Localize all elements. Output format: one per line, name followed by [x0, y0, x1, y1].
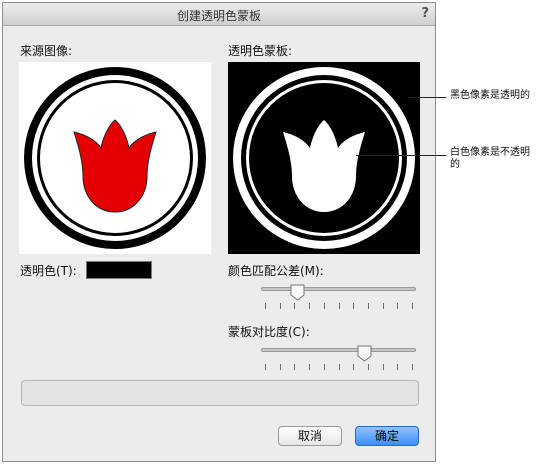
slider-tick [353, 364, 354, 370]
slider-tick [294, 303, 295, 309]
contrast-slider-track[interactable] [261, 348, 416, 352]
dialog-title: 创建透明色蒙板 [176, 9, 261, 23]
slider-tick [339, 364, 340, 370]
progress-bar [21, 380, 419, 406]
slider-tick [280, 364, 281, 370]
source-image-label: 来源图像: [20, 44, 73, 58]
tolerance-label: 颜色匹配公差(M): [228, 264, 324, 278]
slider-tick [412, 303, 413, 309]
slider-tick [309, 364, 310, 370]
slider-tick [397, 303, 398, 309]
contrast-slider-ticks [261, 364, 416, 371]
red-tulip-in-black-ring-icon [24, 67, 206, 249]
contrast-slider-thumb[interactable] [357, 345, 372, 362]
slider-tick [383, 303, 384, 309]
cancel-button[interactable]: 取消 [278, 426, 342, 446]
callout-line-white [356, 155, 446, 156]
ok-button[interactable]: 确定 [355, 426, 419, 446]
transparent-color-swatch[interactable] [86, 261, 152, 279]
mask-label: 透明色蒙板: [228, 44, 293, 58]
slider-tick [324, 303, 325, 309]
callout-white-pixels-line2: 的 [450, 159, 460, 170]
tolerance-slider-ticks [261, 303, 416, 310]
slider-tick [383, 364, 384, 370]
create-mask-dialog: 创建透明色蒙板 ? 来源图像: 透明色蒙板: 透明色(T): 颜色匹配公差(M)… [2, 2, 436, 462]
source-image-preview [19, 62, 211, 254]
callout-black-pixels: 黑色像素是透明的 [450, 90, 530, 101]
transparent-color-label: 透明色(T): [20, 264, 77, 278]
contrast-label: 蒙板对比度(C): [228, 325, 310, 339]
slider-tick [339, 303, 340, 309]
slider-tick [412, 364, 413, 370]
slider-tick [368, 303, 369, 309]
slider-tick [265, 303, 266, 309]
help-icon[interactable]: ? [421, 6, 429, 21]
white-tulip-on-black-mask-icon [228, 62, 420, 254]
tolerance-slider-track[interactable] [261, 287, 416, 291]
callout-line-black [408, 97, 446, 98]
title-bar[interactable]: 创建透明色蒙板 ? [3, 3, 435, 26]
slider-tick [294, 364, 295, 370]
callout-white-pixels-line1: 白色像素是不透明 [450, 147, 530, 158]
slider-tick [353, 303, 354, 309]
slider-tick [324, 364, 325, 370]
slider-tick [280, 303, 281, 309]
slider-tick [309, 303, 310, 309]
slider-tick [368, 364, 369, 370]
slider-tick [265, 364, 266, 370]
mask-preview [228, 62, 420, 254]
tolerance-slider-thumb[interactable] [290, 284, 305, 301]
slider-tick [397, 364, 398, 370]
